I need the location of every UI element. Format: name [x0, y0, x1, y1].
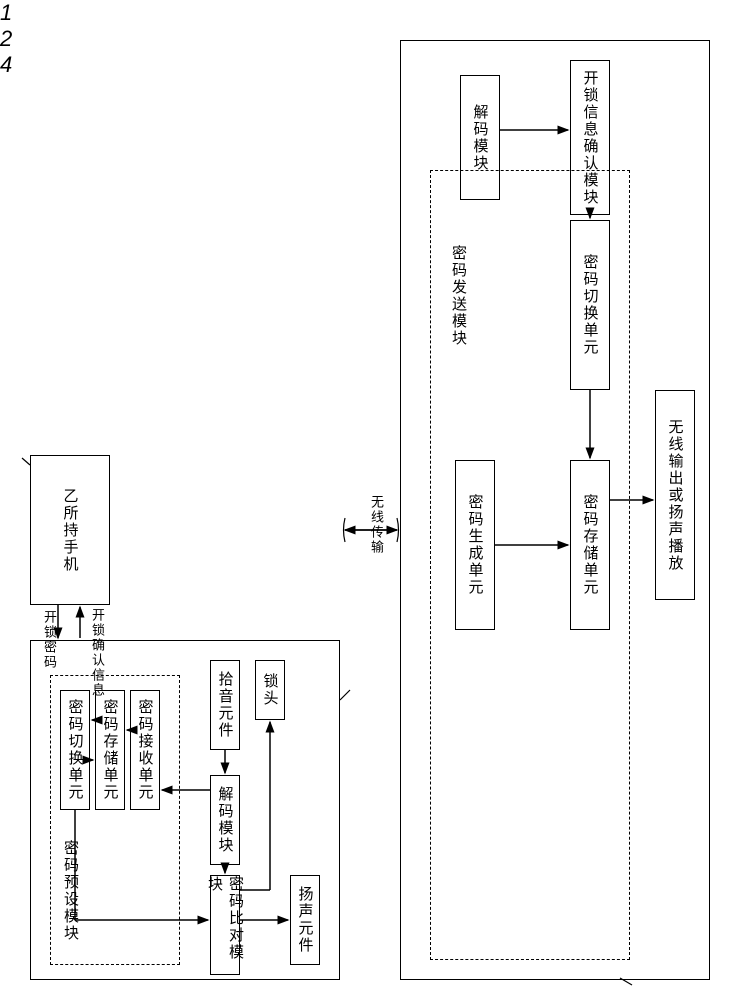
left-pwd-switch-label: 密码切换单元	[65, 699, 86, 801]
transmission-label: 无线传输	[367, 495, 386, 555]
left-decode-label: 解码模块	[215, 786, 236, 854]
lock-head: 锁头	[255, 660, 285, 720]
pwd-receive-label: 密码接收单元	[135, 699, 156, 801]
wireless-output-label: 无线输出或扬声播放	[665, 419, 686, 572]
pickup-element: 拾音元件	[210, 660, 240, 750]
right-pwd-store: 密码存储单元	[570, 460, 610, 630]
right-decode-label: 解码模块	[470, 104, 491, 172]
left-pwd-switch: 密码切换单元	[60, 690, 90, 810]
left-pwd-store-label: 密码存储单元	[100, 699, 121, 801]
figure-1-label: 1	[0, 0, 742, 26]
right-pwd-store-label: 密码存储单元	[580, 494, 601, 596]
speaker-element: 扬声元件	[290, 875, 320, 965]
wireless-output: 无线输出或扬声播放	[655, 390, 695, 600]
pwd-generate-label: 密码生成单元	[465, 494, 486, 596]
pwd-compare: 密码比对模块	[210, 875, 240, 975]
right-pwd-switch-label: 密码切换单元	[580, 254, 601, 356]
phone-box: 乙所持手机	[30, 455, 110, 605]
pickup-label: 拾音元件	[215, 671, 236, 739]
unlock-confirm-label: 开锁信息确认模块	[580, 70, 601, 206]
pwd-generate: 密码生成单元	[455, 460, 495, 630]
right-decode: 解码模块	[460, 75, 500, 200]
pwd-send-module-label: 密码发送模块	[448, 245, 469, 347]
speaker-label: 扬声元件	[295, 886, 316, 954]
unlock-confirm-info-label: 开锁确认信息	[88, 608, 107, 698]
pwd-preset-module-label: 密码预设模块	[60, 840, 81, 942]
phone-label: 乙所持手机	[60, 488, 81, 573]
pwd-compare-label: 密码比对模块	[204, 876, 246, 974]
lock-label: 锁头	[260, 673, 281, 707]
left-pwd-store: 密码存储单元	[95, 690, 125, 810]
right-pwd-switch: 密码切换单元	[570, 220, 610, 390]
unlock-password-label: 开锁密码	[40, 610, 59, 670]
left-decode: 解码模块	[210, 775, 240, 865]
pwd-receive: 密码接收单元	[130, 690, 160, 810]
unlock-confirm-module: 开锁信息确认模块	[570, 60, 610, 215]
